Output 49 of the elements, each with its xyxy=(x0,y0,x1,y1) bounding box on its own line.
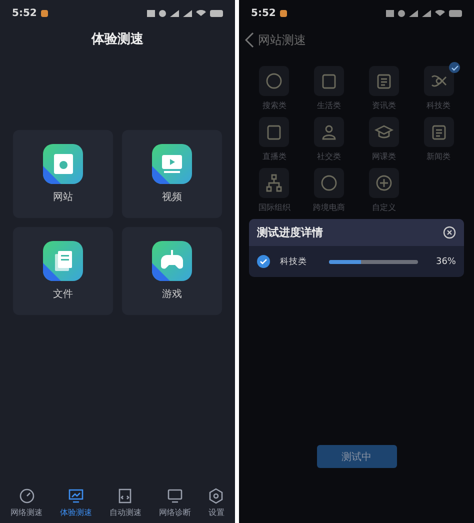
app-notification-icon xyxy=(280,10,287,16)
nav-tab[interactable]: 体验测速 xyxy=(60,488,92,518)
nav-icon xyxy=(208,488,224,504)
back-icon xyxy=(245,32,254,48)
test-card[interactable]: 游戏 xyxy=(122,227,222,315)
close-icon[interactable] xyxy=(443,226,456,239)
category-icon xyxy=(264,71,284,91)
nav-icon xyxy=(166,488,183,504)
battery-icon xyxy=(210,10,223,16)
category-item[interactable]: 搜索类 xyxy=(247,66,302,111)
category-item[interactable]: 社交类 xyxy=(302,117,356,162)
nav-icon xyxy=(68,488,84,504)
category-item[interactable]: 网课类 xyxy=(356,117,412,162)
test-card[interactable]: 文件 xyxy=(13,227,113,315)
category-item[interactable]: 新闻类 xyxy=(411,117,466,162)
category-icon xyxy=(264,173,284,193)
test-card[interactable]: 视频 xyxy=(122,130,222,218)
nav-icon xyxy=(18,488,35,504)
category-name: 科技类 xyxy=(280,256,307,268)
category-item[interactable]: 自定义 xyxy=(356,168,412,213)
app-icon xyxy=(43,144,83,184)
category-icon xyxy=(319,173,340,193)
category-item[interactable]: 生活类 xyxy=(302,66,356,111)
progress-percent: 36% xyxy=(436,256,456,266)
status-time: 5:52 xyxy=(251,8,276,18)
app-icon xyxy=(43,241,83,281)
back-button[interactable]: 网站测速 xyxy=(245,32,306,48)
category-item[interactable]: 资讯类 xyxy=(356,66,412,111)
battery-icon xyxy=(449,10,462,16)
wifi-icon xyxy=(435,10,445,16)
app-icon xyxy=(152,144,192,184)
category-item[interactable]: 跨境电商 xyxy=(302,168,356,213)
nav-tab[interactable]: 自动测速 xyxy=(109,488,142,518)
testing-button[interactable]: 测试中 xyxy=(316,445,396,468)
category-item[interactable]: 科技类 xyxy=(411,66,466,111)
wifi-icon xyxy=(196,10,206,16)
status-time: 5:52 xyxy=(12,8,37,18)
category-item[interactable]: 直播类 xyxy=(247,117,302,162)
dialog-title: 测试进度详情 xyxy=(257,225,323,240)
nav-tab[interactable]: 网络测速 xyxy=(10,488,43,518)
app-notification-icon xyxy=(40,10,48,16)
nav-tab[interactable]: 网络诊断 xyxy=(158,488,191,518)
nav-icon xyxy=(117,488,134,504)
test-card[interactable]: 网站 xyxy=(13,130,113,218)
app-icon xyxy=(152,241,192,281)
nav-tab[interactable]: 设置 xyxy=(208,488,224,518)
page-title: 体验测速 xyxy=(90,31,144,48)
category-icon xyxy=(374,173,394,193)
category-item[interactable]: 国际组织 xyxy=(247,168,302,213)
